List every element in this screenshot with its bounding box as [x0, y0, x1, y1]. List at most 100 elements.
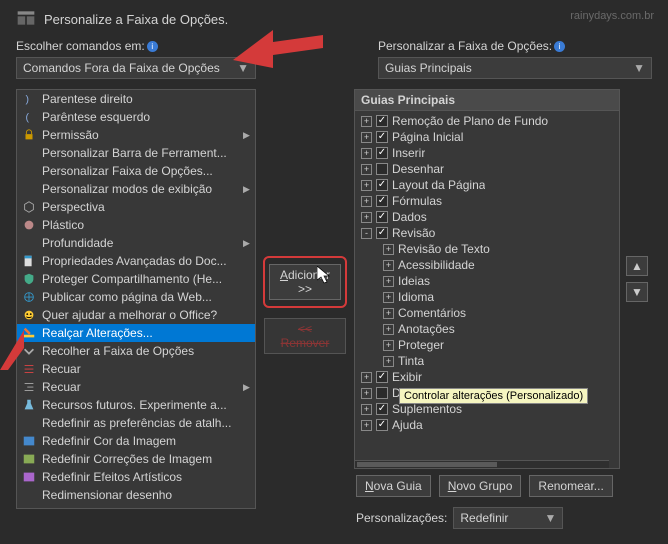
- tree-toggle[interactable]: +: [383, 292, 394, 303]
- command-item[interactable]: Redimensionar desenho: [17, 486, 255, 504]
- tree-toggle[interactable]: +: [361, 404, 372, 415]
- tree-node[interactable]: + Layout da Página: [355, 177, 619, 193]
- tree-toggle[interactable]: +: [361, 196, 372, 207]
- command-item[interactable]: Perspectiva: [17, 198, 255, 216]
- tree-toggle[interactable]: +: [361, 420, 372, 431]
- command-label: Redefinir Efeitos Artísticos: [42, 470, 251, 484]
- command-item[interactable]: Recursos futuros. Experimente a...: [17, 396, 255, 414]
- commands-list[interactable]: )Parentese direito(Parêntese esquerdoPer…: [16, 89, 256, 509]
- command-item[interactable]: Redefinir Efeitos Artísticos: [17, 468, 255, 486]
- tree-toggle[interactable]: +: [361, 388, 372, 399]
- tree-toggle[interactable]: +: [383, 244, 394, 255]
- tree-node[interactable]: + Fórmulas: [355, 193, 619, 209]
- tree-node[interactable]: +Revisão de Texto: [355, 241, 619, 257]
- tree-toggle[interactable]: +: [383, 276, 394, 287]
- checkbox[interactable]: [376, 147, 388, 159]
- command-item[interactable]: Reduzir: [17, 504, 255, 509]
- image-fx-icon: [21, 469, 37, 485]
- new-group-button[interactable]: Novo Grupo: [439, 475, 522, 497]
- add-button[interactable]: Adicionar >>: [269, 264, 341, 300]
- command-item[interactable]: Profundidade▶: [17, 234, 255, 252]
- tree-node[interactable]: +Ideias: [355, 273, 619, 289]
- checkbox[interactable]: [376, 403, 388, 415]
- reset-dropdown[interactable]: Redefinir▼: [453, 507, 563, 529]
- command-item[interactable]: Realçar Alterações...: [17, 324, 255, 342]
- checkbox[interactable]: [376, 227, 388, 239]
- command-item[interactable]: Personalizar modos de exibição▶: [17, 180, 255, 198]
- command-item[interactable]: Redefinir Correções de Imagem: [17, 450, 255, 468]
- submenu-arrow-icon: ▶: [243, 130, 251, 141]
- tree-toggle[interactable]: +: [361, 116, 372, 127]
- tree-toggle[interactable]: +: [361, 372, 372, 383]
- tree-node[interactable]: + Remoção de Plano de Fundo: [355, 113, 619, 129]
- tree-toggle[interactable]: +: [383, 308, 394, 319]
- tree-toggle[interactable]: +: [383, 260, 394, 271]
- choose-commands-label: Escolher comandos em:i: [16, 39, 256, 53]
- chevron-down-icon: ▼: [633, 61, 645, 75]
- tree-node[interactable]: +Acessibilidade: [355, 257, 619, 273]
- tree-toggle[interactable]: +: [361, 148, 372, 159]
- new-tab-button[interactable]: Nova Guia: [356, 475, 431, 497]
- command-item[interactable]: (Parêntese esquerdo: [17, 108, 255, 126]
- command-item[interactable]: Quer ajudar a melhorar o Office?: [17, 306, 255, 324]
- ribbon-tree[interactable]: Guias Principais +Remoção de Plano de Fu…: [354, 89, 620, 469]
- tree-node[interactable]: -Revisão: [355, 225, 619, 241]
- command-item[interactable]: )Parentese direito: [17, 90, 255, 108]
- rename-button[interactable]: Renomear...: [529, 475, 612, 497]
- tree-node[interactable]: +Exibir: [355, 369, 619, 385]
- tree-toggle[interactable]: +: [383, 324, 394, 335]
- choose-commands-dropdown[interactable]: Comandos Fora da Faixa de Opções▼: [16, 57, 256, 79]
- checkbox[interactable]: [376, 419, 388, 431]
- tree-toggle[interactable]: +: [383, 356, 394, 367]
- command-label: Proteger Compartilhamento (He...: [42, 272, 251, 286]
- checkbox[interactable]: [376, 115, 388, 127]
- command-item[interactable]: Propriedades Avançadas do Doc...: [17, 252, 255, 270]
- tree-node[interactable]: +Página Inicial: [355, 129, 619, 145]
- checkbox[interactable]: [376, 211, 388, 223]
- tree-node[interactable]: +Anotações: [355, 321, 619, 337]
- command-label: Parêntese esquerdo: [42, 110, 251, 124]
- annotation-highlight: Adicionar >>: [263, 256, 347, 308]
- checkbox[interactable]: [376, 163, 388, 175]
- scrollbar-horizontal[interactable]: [355, 460, 609, 468]
- tree-label: Remoção de Plano de Fundo: [392, 114, 548, 128]
- command-item[interactable]: Publicar como página da Web...: [17, 288, 255, 306]
- tree-toggle[interactable]: +: [361, 164, 372, 175]
- customize-ribbon-label: Personalizar a Faixa de Opções:i: [378, 39, 652, 53]
- tree-node[interactable]: +Comentários: [355, 305, 619, 321]
- tree-toggle[interactable]: -: [361, 228, 372, 239]
- tree-toggle[interactable]: +: [383, 340, 394, 351]
- tree-node[interactable]: +Ajuda: [355, 417, 619, 433]
- command-item[interactable]: Recolher a Faixa de Opções: [17, 342, 255, 360]
- command-item[interactable]: Recuar▶: [17, 378, 255, 396]
- remove-button[interactable]: << Remover: [264, 318, 346, 354]
- customize-ribbon-dropdown[interactable]: Guias Principais▼: [378, 57, 652, 79]
- checkbox[interactable]: [376, 387, 388, 399]
- tree-node[interactable]: +Idioma: [355, 289, 619, 305]
- tree-toggle[interactable]: +: [361, 132, 372, 143]
- command-item[interactable]: Proteger Compartilhamento (He...: [17, 270, 255, 288]
- command-item[interactable]: Redefinir Cor da Imagem: [17, 432, 255, 450]
- tree-toggle[interactable]: +: [361, 180, 372, 191]
- command-item[interactable]: Personalizar Barra de Ferrament...: [17, 144, 255, 162]
- tree-node[interactable]: +Inserir: [355, 145, 619, 161]
- command-item[interactable]: Personalizar Faixa de Opções...: [17, 162, 255, 180]
- tree-node[interactable]: +Dados: [355, 209, 619, 225]
- tree-node[interactable]: +Proteger: [355, 337, 619, 353]
- command-item[interactable]: Plástico: [17, 216, 255, 234]
- command-item[interactable]: Permissão▶: [17, 126, 255, 144]
- checkbox[interactable]: [376, 131, 388, 143]
- checkbox[interactable]: [376, 195, 388, 207]
- checkbox[interactable]: [376, 371, 388, 383]
- tree-label: Layout da Página: [392, 178, 485, 192]
- checkbox[interactable]: [376, 179, 388, 191]
- tree-toggle[interactable]: +: [361, 212, 372, 223]
- tree-label: Fórmulas: [392, 194, 442, 208]
- move-down-button[interactable]: ▼: [626, 282, 648, 302]
- tree-item-selected[interactable]: Controlar alterações (Personalizado): [399, 388, 588, 404]
- command-item[interactable]: Recuar: [17, 360, 255, 378]
- move-up-button[interactable]: ▲: [626, 256, 648, 276]
- command-item[interactable]: Redefinir as preferências de atalh...: [17, 414, 255, 432]
- tree-node[interactable]: +Tinta: [355, 353, 619, 369]
- tree-node[interactable]: +Desenhar: [355, 161, 619, 177]
